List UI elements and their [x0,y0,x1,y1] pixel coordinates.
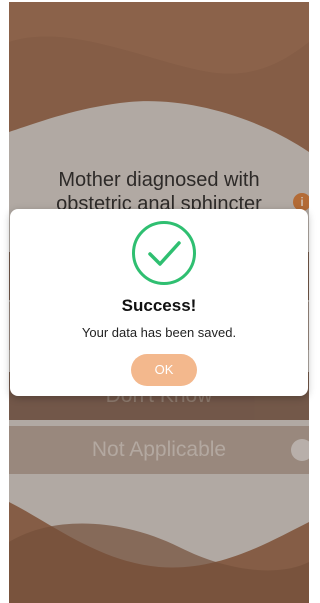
success-dialog: Success! Your data has been saved. OK [10,209,308,396]
check-circle-icon [132,221,196,285]
dialog-title: Success! [121,296,197,315]
dialog-message: Your data has been saved. [81,325,237,340]
ok-button[interactable]: OK [131,354,197,386]
